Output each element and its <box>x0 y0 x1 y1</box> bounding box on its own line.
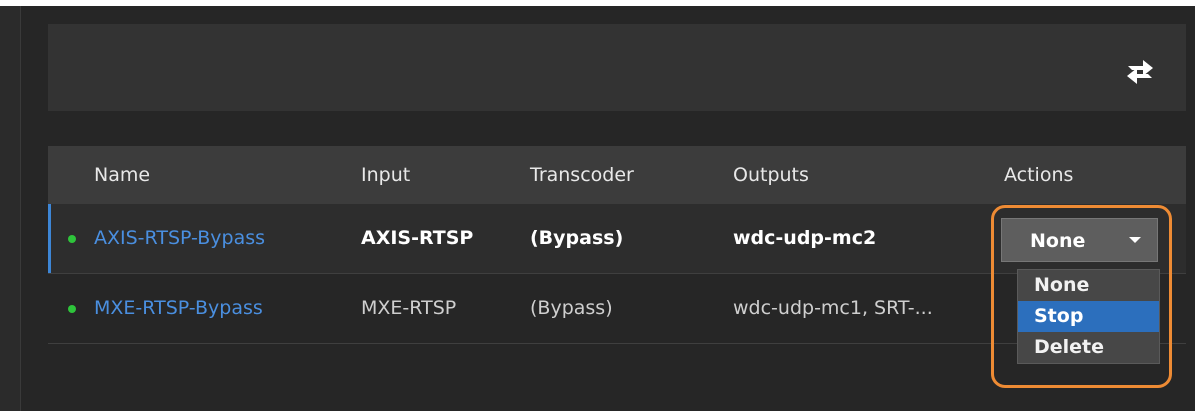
chevron-down-icon <box>1129 237 1141 243</box>
menu-option-none[interactable]: None <box>1018 270 1159 301</box>
transcoder-cell: (Bypass) <box>530 227 624 249</box>
actions-select-value: None <box>1030 230 1086 252</box>
header-transcoder: Transcoder <box>530 164 634 186</box>
top-margin <box>0 0 1199 6</box>
table-header: Name Input Transcoder Outputs Actions <box>48 146 1186 204</box>
table-row[interactable]: MXE-RTSP-Bypass MXE-RTSP (Bypass) wdc-ud… <box>48 274 1186 344</box>
right-margin <box>1195 0 1199 411</box>
outputs-cell: wdc-udp-mc1, SRT-... <box>733 297 933 319</box>
status-dot-icon <box>68 305 76 313</box>
transcoder-cell: (Bypass) <box>530 297 613 319</box>
refresh-button[interactable] <box>1120 50 1160 90</box>
header-input: Input <box>361 164 411 186</box>
header-actions: Actions <box>1004 164 1074 186</box>
app-frame: Name Input Transcoder Outputs Actions AX… <box>0 0 1199 411</box>
actions-select[interactable]: None <box>1001 218 1158 262</box>
status-dot-icon <box>68 235 76 243</box>
input-cell: MXE-RTSP <box>361 297 457 319</box>
menu-option-delete[interactable]: Delete <box>1018 332 1159 363</box>
input-cell: AXIS-RTSP <box>361 227 474 249</box>
menu-option-stop[interactable]: Stop <box>1018 301 1159 332</box>
channel-name-link[interactable]: MXE-RTSP-Bypass <box>94 274 263 343</box>
outputs-cell: wdc-udp-mc2 <box>733 227 877 249</box>
refresh-arrows-icon <box>1127 60 1153 84</box>
toolbar <box>48 24 1186 111</box>
left-sidebar-edge <box>0 0 21 411</box>
channel-name-link[interactable]: AXIS-RTSP-Bypass <box>94 204 265 273</box>
actions-dropdown-menu: None Stop Delete <box>1017 269 1160 364</box>
header-outputs: Outputs <box>733 164 809 186</box>
header-name: Name <box>94 164 151 186</box>
